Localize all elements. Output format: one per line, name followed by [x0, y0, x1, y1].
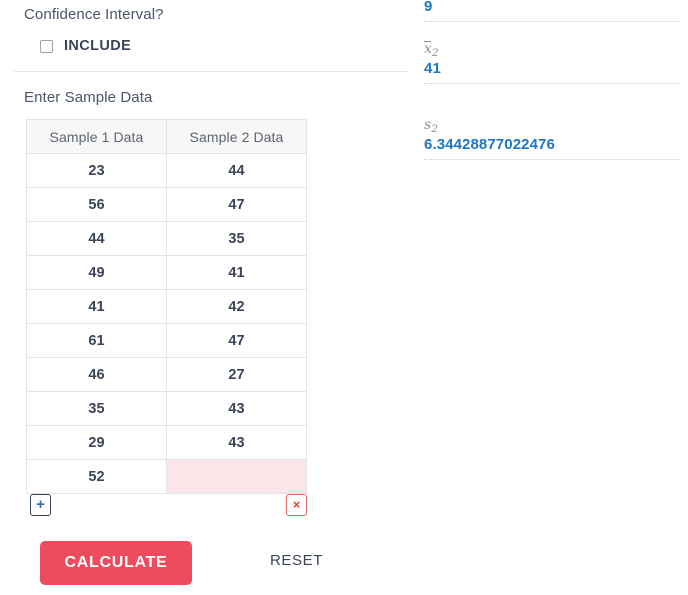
table-row: 46 27: [26, 357, 307, 392]
table-cell-sample-2[interactable]: 42: [166, 289, 307, 324]
table-row: 23 44: [26, 153, 307, 188]
results-panel: 9 x2 41 s2 6.34428877022476: [424, 0, 688, 595]
table-row: 52: [26, 459, 307, 494]
table-cell-sample-2[interactable]: 27: [166, 357, 307, 392]
table-header-row: Sample 1 Data Sample 2 Data: [26, 119, 307, 154]
enter-sample-data-label: Enter Sample Data: [24, 89, 153, 106]
confidence-interval-question: Confidence Interval?: [24, 6, 164, 23]
input-panel: Confidence Interval? INCLUDE Enter Sampl…: [0, 0, 420, 595]
include-checkbox[interactable]: [40, 39, 53, 53]
table-cell-sample-1[interactable]: 61: [26, 323, 167, 358]
include-checkbox-label: INCLUDE: [64, 38, 132, 54]
result-divider: [424, 83, 680, 84]
sample-data-table: Sample 1 Data Sample 2 Data 23 44 56 47 44 35…: [26, 119, 307, 494]
table-row: 35 43: [26, 391, 307, 426]
column-header-sample-1: Sample 1 Data: [26, 119, 167, 154]
table-cell-sample-1[interactable]: 46: [26, 357, 167, 392]
overbar-glyph: x: [424, 41, 432, 57]
table-cell-sample-2[interactable]: 43: [166, 391, 307, 426]
table-cell-sample-2[interactable]: [166, 459, 307, 494]
table-cell-sample-1[interactable]: 41: [26, 289, 167, 324]
table-row: 29 43: [26, 425, 307, 460]
result-block-sample-size: 9: [424, 0, 680, 22]
column-header-sample-2: Sample 2 Data: [166, 119, 307, 154]
table-row: 56 47: [26, 187, 307, 222]
sample-data-table-container: Sample 1 Data Sample 2 Data 23 44 56 47 44 35…: [26, 119, 307, 494]
result-value-mean-2: 41: [424, 60, 441, 77]
table-cell-sample-2[interactable]: 47: [166, 187, 307, 222]
calculate-button[interactable]: CALCULATE: [40, 541, 192, 585]
table-cell-sample-2[interactable]: 44: [166, 153, 307, 188]
table-body: 23 44 56 47 44 35 49 41 41 42 61 47 46 27 35 43 29 43 52: [26, 153, 307, 494]
table-cell-sample-2[interactable]: 43: [166, 425, 307, 460]
include-checkbox-row[interactable]: INCLUDE: [40, 38, 131, 54]
table-cell-sample-1[interactable]: 44: [26, 221, 167, 256]
result-value-sample-size: 9: [424, 0, 433, 15]
add-row-button[interactable]: +: [30, 494, 51, 516]
table-row: 61 47: [26, 323, 307, 358]
section-divider: [14, 71, 408, 72]
table-row: 49 41: [26, 255, 307, 290]
reset-button[interactable]: RESET: [270, 552, 323, 569]
result-block-mean-2: x2 41: [424, 41, 680, 84]
table-cell-sample-1[interactable]: 29: [26, 425, 167, 460]
result-block-stddev-2: s2 6.34428877022476: [424, 118, 680, 160]
remove-row-button[interactable]: ×: [286, 494, 307, 516]
table-cell-sample-1[interactable]: 23: [26, 153, 167, 188]
table-row: 41 42: [26, 289, 307, 324]
table-row: 44 35: [26, 221, 307, 256]
result-label-stddev-2: s2: [424, 117, 438, 135]
table-cell-sample-1[interactable]: 56: [26, 187, 167, 222]
result-divider: [424, 159, 680, 160]
table-cell-sample-1[interactable]: 52: [26, 459, 167, 494]
table-cell-sample-1[interactable]: 49: [26, 255, 167, 290]
table-cell-sample-2[interactable]: 47: [166, 323, 307, 358]
result-divider: [424, 21, 680, 22]
table-cell-sample-2[interactable]: 35: [166, 221, 307, 256]
result-value-stddev-2: 6.34428877022476: [424, 136, 555, 153]
result-label-mean-2: x2: [424, 41, 439, 59]
table-cell-sample-2[interactable]: 41: [166, 255, 307, 290]
table-cell-sample-1[interactable]: 35: [26, 391, 167, 426]
